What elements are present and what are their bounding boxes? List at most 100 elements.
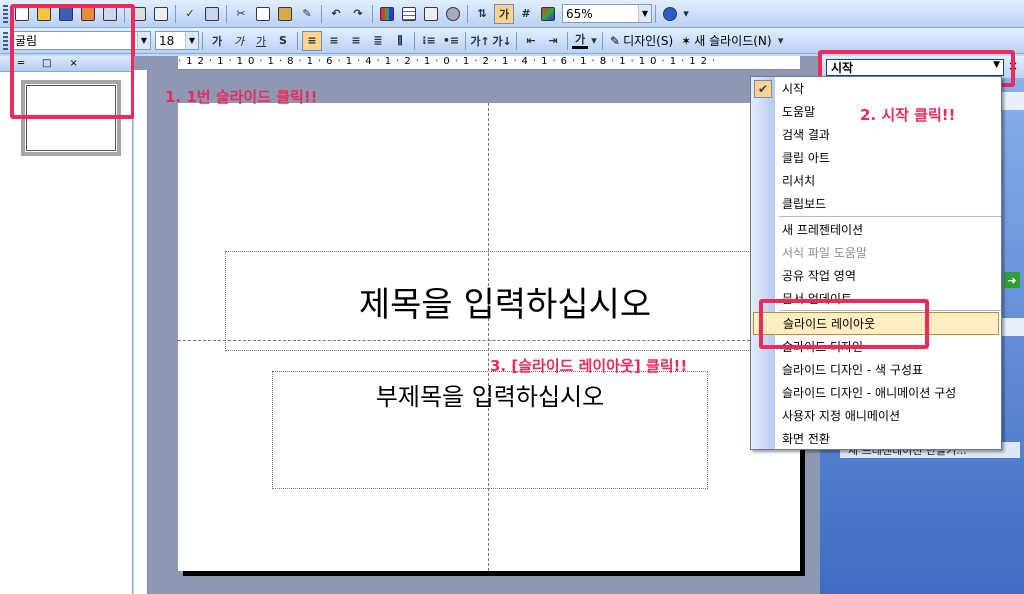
- shadow-icon[interactable]: S: [273, 31, 293, 51]
- menu-item-animation-schemes[interactable]: 슬라이드 디자인 - 애니메이션 구성: [751, 381, 1001, 404]
- increase-indent-icon[interactable]: ⇥: [543, 31, 563, 51]
- hyperlink-icon[interactable]: [443, 4, 463, 24]
- toolbar-grip[interactable]: [3, 4, 8, 23]
- menu-item-color-schemes[interactable]: 슬라이드 디자인 - 색 구성표: [751, 358, 1001, 381]
- separator: [567, 31, 568, 50]
- menu-item-label: 시작: [782, 82, 805, 96]
- increase-font-icon[interactable]: 가↑: [470, 31, 490, 51]
- format-painter-icon[interactable]: ✎: [297, 4, 317, 24]
- chart-icon[interactable]: [377, 4, 397, 24]
- menu-item-label: 슬라이드 디자인 - 애니메이션 구성: [782, 386, 957, 400]
- menu-item-clip-art[interactable]: 클립 아트: [751, 146, 1001, 169]
- separator: [372, 4, 373, 23]
- design-icon: ✎: [610, 33, 621, 48]
- undo-icon[interactable]: ↶: [326, 4, 346, 24]
- title-placeholder[interactable]: 제목을 입력하십시오: [225, 251, 785, 351]
- menu-item-label: 사용자 지정 애니메이션: [782, 409, 901, 423]
- slide-canvas[interactable]: 제목을 입력하십시오 부제목을 입력하십시오: [178, 103, 800, 571]
- chevron-down-icon[interactable]: ▾: [590, 31, 598, 51]
- decrease-font-icon[interactable]: 가↓: [492, 31, 512, 51]
- menu-item-label: 슬라이드 디자인 - 색 구성표: [782, 363, 924, 377]
- decrease-indent-icon[interactable]: ⇤: [521, 31, 541, 51]
- justify-icon[interactable]: ≣: [368, 31, 388, 51]
- expand-icon[interactable]: ⇅: [472, 4, 492, 24]
- menu-item-label: 공유 작업 영역: [782, 269, 856, 283]
- menu-item-label: 클립보드: [782, 197, 827, 211]
- task-pane-menu: ✔ 시작 도움말 검색 결과 클립 아트 리서치 클립보드 새 프레젠테이션 서…: [750, 76, 1002, 450]
- chevron-down-icon[interactable]: ▼: [137, 32, 150, 49]
- show-formatting-icon[interactable]: 가: [494, 3, 514, 24]
- table-icon[interactable]: [399, 4, 419, 24]
- toolbar-options-icon[interactable]: ▾: [682, 4, 690, 24]
- font-size-combo[interactable]: 18 ▼: [155, 31, 199, 50]
- separator: [655, 4, 656, 23]
- align-right-icon[interactable]: ≡: [346, 31, 366, 51]
- font-color-button[interactable]: 가: [572, 32, 588, 49]
- chevron-down-icon[interactable]: ▼: [638, 5, 651, 22]
- subtitle-placeholder[interactable]: 부제목을 입력하십시오: [272, 371, 708, 489]
- separator: [321, 4, 322, 23]
- redo-icon[interactable]: ↷: [348, 4, 368, 24]
- tables-borders-icon[interactable]: [421, 4, 441, 24]
- toolbar-options-icon[interactable]: ▾: [777, 31, 785, 51]
- separator: [602, 31, 603, 50]
- separator: [414, 31, 415, 50]
- menu-item-search-results[interactable]: 검색 결과: [751, 123, 1001, 146]
- separator: [467, 4, 468, 23]
- menu-item-slide-transition[interactable]: 화면 전환: [751, 427, 1001, 450]
- menu-item-label: 도움말: [782, 105, 816, 119]
- zoom-combo[interactable]: 65% ▼: [562, 4, 652, 23]
- design-label: 디자인(S): [623, 34, 674, 48]
- annotation-step2: 2. 시작 클릭!!: [860, 106, 956, 124]
- title-placeholder-text: 제목을 입력하십시오: [358, 284, 652, 325]
- menu-item-new-presentation[interactable]: 새 프레젠테이션: [751, 218, 1001, 241]
- help-icon[interactable]: [660, 4, 680, 24]
- subtitle-placeholder-text: 부제목을 입력하십시오: [375, 383, 605, 411]
- bullets-icon[interactable]: •≡: [441, 31, 461, 51]
- preview-icon[interactable]: [151, 4, 171, 24]
- color-icon[interactable]: [538, 4, 558, 24]
- distribute-icon[interactable]: ⫼: [390, 31, 410, 51]
- new-slide-button[interactable]: ✶ 새 슬라이드(N): [681, 32, 771, 49]
- research-icon[interactable]: [202, 4, 222, 24]
- menu-item-shared-workspace[interactable]: 공유 작업 영역: [751, 264, 1001, 287]
- paste-icon[interactable]: [275, 4, 295, 24]
- grid-icon[interactable]: #: [516, 4, 536, 24]
- align-left-icon[interactable]: ≡: [302, 30, 322, 51]
- separator: [516, 31, 517, 50]
- menu-item-label: 새 프레젠테이션: [782, 223, 864, 237]
- new-slide-icon: ✶: [681, 33, 692, 48]
- italic-icon[interactable]: 가: [229, 31, 249, 51]
- toolbar-grip[interactable]: [3, 31, 8, 50]
- underline-icon[interactable]: 가: [251, 31, 271, 51]
- menu-item-custom-animation[interactable]: 사용자 지정 애니메이션: [751, 404, 1001, 427]
- cut-icon[interactable]: ✂: [231, 4, 251, 24]
- menu-item-template-help: 서식 파일 도움말: [751, 241, 1001, 264]
- design-button[interactable]: ✎ 디자인(S): [610, 32, 673, 49]
- slides-pane: ═ □ ×: [0, 56, 133, 594]
- go-arrow-icon[interactable]: ➜: [1004, 272, 1020, 288]
- chevron-down-icon[interactable]: ▼: [185, 32, 198, 49]
- separator: [202, 31, 203, 50]
- separator: [465, 31, 466, 50]
- menu-item-clipboard[interactable]: 클립보드: [751, 192, 1001, 215]
- standard-toolbar: ✓ ✂ ✎ ↶ ↷ ⇅ 가 # 65% ▼ ▾: [0, 0, 1024, 28]
- annotation-step3: 3. [슬라이드 레이아웃] 클릭!!: [490, 357, 688, 375]
- menu-separator: [779, 216, 1001, 217]
- zoom-value: 65%: [566, 6, 593, 21]
- annotation-step1: 1. 1번 슬라이드 클릭!!: [165, 88, 318, 106]
- menu-item-start[interactable]: 시작: [751, 77, 1001, 100]
- font-size-value: 18: [159, 33, 175, 48]
- bold-icon[interactable]: 가: [207, 31, 227, 51]
- numbering-icon[interactable]: ⁝≡: [419, 31, 439, 51]
- align-center-icon[interactable]: ≡: [324, 31, 344, 51]
- separator: [175, 4, 176, 23]
- copy-icon[interactable]: [253, 4, 273, 24]
- menu-item-research[interactable]: 리서치: [751, 169, 1001, 192]
- vertical-ruler: [134, 70, 148, 594]
- separator: [297, 31, 298, 50]
- menu-item-label: 화면 전환: [782, 432, 830, 446]
- menu-item-label: 서식 파일 도움말: [782, 246, 867, 260]
- spelling-icon[interactable]: ✓: [180, 4, 200, 24]
- menu-item-label: 검색 결과: [782, 128, 830, 142]
